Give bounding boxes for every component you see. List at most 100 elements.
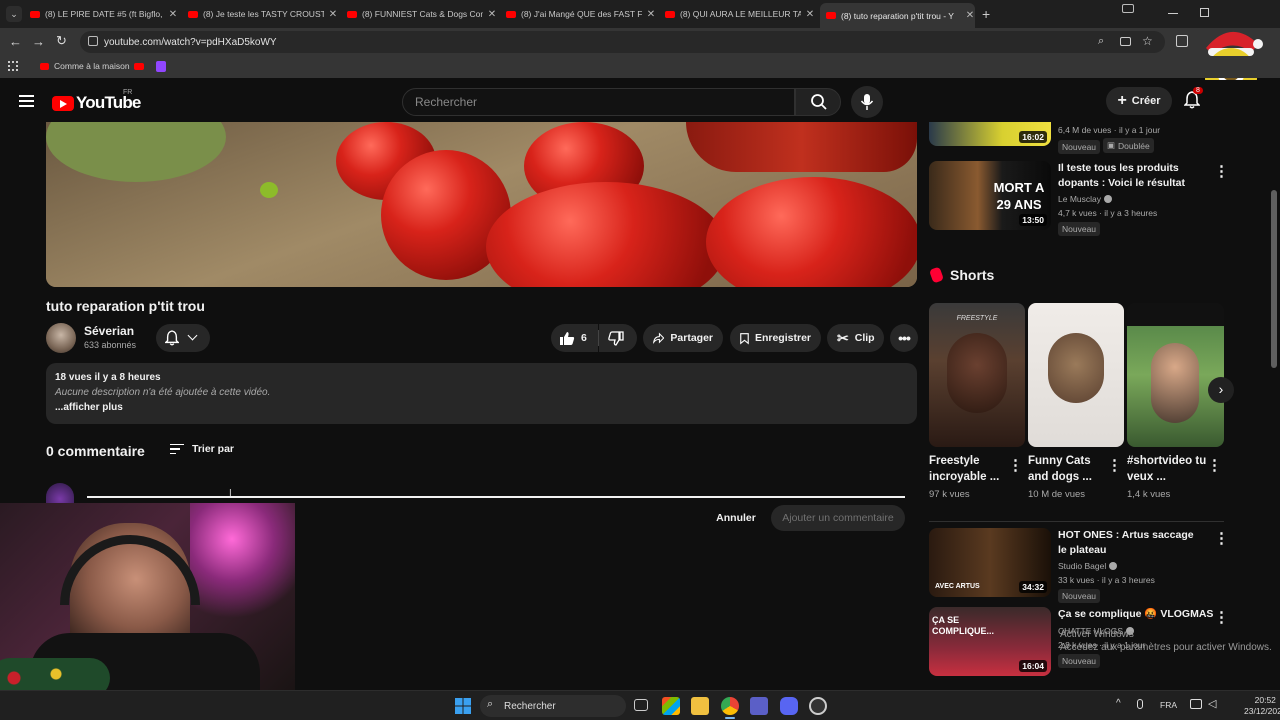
sidebar-video-title[interactable]: Il teste tous les produits dopants : Voi… — [1058, 161, 1198, 191]
short-thumbnail[interactable] — [1028, 303, 1124, 447]
language-indicator[interactable]: FRA — [1160, 700, 1177, 710]
tab-title: (8) J'ai Mangé QUE des FAST FO — [521, 9, 642, 19]
channel-name[interactable]: Séverian — [84, 324, 134, 338]
system-clock[interactable]: 20:52 23/12/2025 — [1244, 695, 1280, 717]
add-comment-button[interactable]: Ajouter un commentaire — [771, 505, 905, 531]
video-player[interactable] — [46, 122, 917, 287]
more-options-icon[interactable] — [1214, 608, 1224, 624]
sidebar-video-channel[interactable]: Le Musclay — [1058, 194, 1112, 204]
sidebar-video-thumbnail[interactable]: ÇA SE COMPLIQUE... 16:04 — [929, 607, 1051, 676]
minimize-button[interactable] — [1168, 13, 1178, 14]
reload-button[interactable]: ↻ — [56, 33, 67, 49]
short-views: 97 k vues — [929, 489, 970, 500]
sort-comments-button[interactable]: Trier par — [170, 443, 234, 455]
bookmark-comme-a-la-maison[interactable]: Comme à la maison — [40, 61, 130, 71]
cast-icon[interactable] — [1122, 4, 1134, 13]
search-input[interactable]: Rechercher — [402, 88, 795, 116]
close-tab-icon[interactable]: ✕ — [646, 9, 656, 20]
bookmark-youtube[interactable] — [134, 63, 144, 70]
tab-2[interactable]: (8) Je teste les TASTY CROUSTY ✕ — [188, 4, 338, 24]
description-box[interactable]: 18 vues il y a 8 heures Aucune descripti… — [46, 363, 917, 424]
discord-icon[interactable] — [780, 697, 798, 715]
zoom-icon[interactable]: ⌕ — [1098, 35, 1104, 48]
short-thumbnail[interactable]: FREESTYLE — [929, 303, 1025, 447]
subscription-bell-button[interactable] — [156, 324, 210, 352]
task-view-icon[interactable] — [634, 699, 648, 711]
short-title[interactable]: Funny Cats and dogs ... — [1028, 453, 1110, 485]
tab-list-button[interactable]: ⌄ — [6, 6, 22, 22]
short-title[interactable]: #shortvideo tu veux ... — [1127, 453, 1209, 485]
tab-5[interactable]: (8) QUI AURA LE MEILLEUR TAL ✕ — [665, 4, 815, 24]
share-button[interactable]: Partager — [643, 324, 723, 352]
close-tab-icon[interactable]: ✕ — [328, 9, 338, 20]
menu-hamburger-icon[interactable] — [19, 95, 34, 107]
install-icon[interactable] — [1120, 37, 1131, 46]
show-more-link[interactable]: ...afficher plus — [55, 402, 908, 413]
forward-button[interactable]: → — [32, 34, 45, 49]
chrome-icon[interactable] — [721, 697, 739, 715]
cancel-comment-button[interactable]: Annuler — [710, 507, 762, 529]
views-and-date: 18 vues il y a 8 heures — [55, 372, 161, 383]
dislike-button[interactable] — [599, 324, 637, 352]
voice-search-button[interactable] — [851, 86, 883, 118]
sidebar-video-title[interactable]: Ça se complique 🤬 VLOGMAS — [1058, 607, 1218, 622]
new-tab-button[interactable]: + — [982, 6, 990, 22]
more-options-icon[interactable] — [1207, 456, 1217, 472]
more-options-icon[interactable] — [1008, 456, 1018, 472]
short-thumbnail[interactable] — [1127, 303, 1224, 447]
notifications-button[interactable]: 8 — [1183, 87, 1204, 111]
store-icon[interactable] — [662, 697, 680, 715]
close-tab-icon[interactable]: ✕ — [805, 9, 815, 20]
bookmark-twitch[interactable] — [156, 61, 166, 72]
tab-1[interactable]: (8) LE PIRE DATE #5 (ft Bigflo, Ar ✕ — [30, 4, 178, 24]
teams-icon[interactable] — [750, 697, 768, 715]
back-button[interactable]: ← — [9, 34, 22, 49]
network-icon[interactable] — [1190, 699, 1202, 709]
more-options-icon[interactable] — [1214, 162, 1224, 178]
apps-grid-icon[interactable] — [8, 61, 18, 71]
new-badge: Nouveau — [1058, 654, 1101, 668]
file-explorer-icon[interactable] — [691, 697, 709, 715]
site-info-icon[interactable] — [88, 36, 98, 46]
more-options-icon[interactable] — [1214, 529, 1224, 545]
clock-date: 23/12/2025 — [1244, 706, 1280, 716]
webcam-garland — [0, 658, 110, 690]
clip-button[interactable]: ✂ Clip — [827, 324, 884, 352]
bookmark-star-icon[interactable]: ☆ — [1142, 34, 1153, 48]
start-button[interactable] — [455, 698, 471, 714]
page-scrollbar[interactable] — [1271, 190, 1277, 368]
shorts-next-button[interactable]: › — [1208, 377, 1234, 403]
extensions-icon[interactable] — [1176, 35, 1188, 47]
create-button[interactable]: + Créer — [1106, 87, 1172, 115]
verified-icon — [1104, 195, 1112, 203]
taskbar-search[interactable]: ⌕ Rechercher — [480, 695, 626, 717]
volume-icon[interactable]: ◁ — [1208, 697, 1216, 710]
maximize-button[interactable] — [1200, 8, 1209, 17]
tab-4[interactable]: (8) J'ai Mangé QUE des FAST FO ✕ — [506, 4, 656, 24]
search-button[interactable] — [795, 88, 841, 116]
microphone-icon[interactable] — [1137, 699, 1143, 709]
sidebar-video-title[interactable]: HOT ONES : Artus saccage le plateau — [1058, 528, 1198, 558]
more-actions-button[interactable]: ••• — [890, 324, 918, 352]
more-options-icon[interactable] — [1107, 456, 1117, 472]
clip-label: Clip — [854, 332, 875, 344]
like-button[interactable]: 6 — [551, 324, 598, 352]
sidebar-video-thumbnail[interactable]: AVEC ARTUS 34:32 — [929, 528, 1051, 597]
youtube-logo[interactable]: YouTube FR — [52, 89, 141, 113]
address-bar[interactable]: youtube.com/watch?v=pdHXaD5koWY ⌕ ☆ — [80, 31, 1165, 53]
obs-icon[interactable] — [809, 697, 827, 715]
save-button[interactable]: Enregistrer — [730, 324, 821, 352]
close-tab-icon[interactable]: ✕ — [965, 10, 975, 21]
sort-label: Trier par — [192, 443, 235, 455]
sidebar-video-thumbnail[interactable]: 16:02 — [929, 122, 1051, 146]
close-tab-icon[interactable]: ✕ — [168, 9, 178, 20]
tab-6-active[interactable]: (8) tuto reparation p'tit trou - Y ✕ — [820, 3, 975, 28]
chevron-up-icon[interactable]: ^ — [1116, 698, 1121, 709]
comment-input-underline[interactable] — [87, 496, 905, 498]
sidebar-video-thumbnail[interactable]: MORT A 29 ANS 13:50 — [929, 161, 1051, 230]
short-title[interactable]: Freestyle incroyable ... — [929, 453, 1011, 485]
sidebar-video-channel[interactable]: Studio Bagel — [1058, 561, 1118, 571]
tab-3[interactable]: (8) FUNNIEST Cats & Dogs Com ✕ — [347, 4, 497, 24]
close-tab-icon[interactable]: ✕ — [487, 9, 497, 20]
channel-avatar[interactable] — [46, 323, 76, 353]
